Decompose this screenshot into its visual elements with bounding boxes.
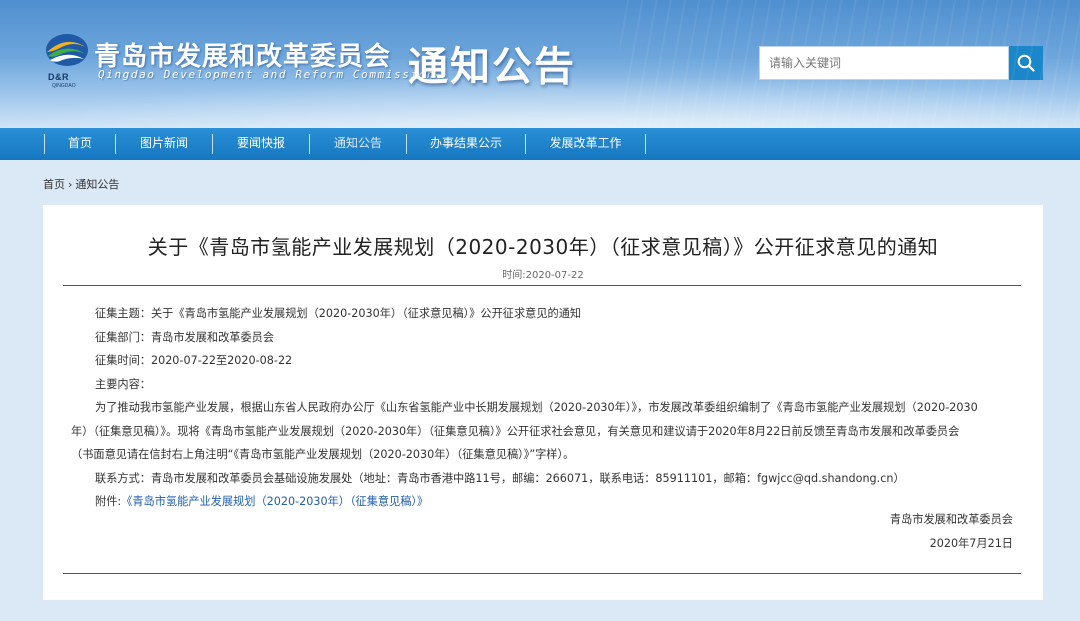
attachment-row: 附件:《青岛市氢能产业发展规划（2020-2030年）（征集意见稿）》 bbox=[71, 490, 1016, 514]
bottom-divider bbox=[63, 573, 1021, 574]
site-section-title: 通知公告 bbox=[408, 44, 576, 90]
dept-value: 青岛市发展和改革委员会 bbox=[150, 330, 275, 344]
contact-label: 联系方式： bbox=[95, 471, 151, 485]
org-name-en: Qingdao Development and Reform Commissio… bbox=[98, 68, 436, 81]
body-line-1: 为了推动我市氢能产业发展，根据山东省人民政府办公厅《山东省氢能产业中长期发展规划… bbox=[95, 401, 978, 414]
article-content: 征集主题：关于《青岛市氢能产业发展规划（2020-2030年）（征求意见稿）》公… bbox=[71, 302, 1016, 514]
period-label: 征集时间： bbox=[95, 354, 151, 367]
nav-item-home[interactable]: 首页 bbox=[45, 128, 115, 160]
logo-wordmark: D&R bbox=[48, 72, 69, 82]
nav-item-notices[interactable]: 通知公告 bbox=[310, 128, 406, 160]
main-content-label: 主要内容： bbox=[95, 377, 151, 391]
breadcrumb-separator: › bbox=[68, 178, 73, 191]
dept-label: 征集部门： bbox=[95, 330, 151, 344]
period-row: 征集时间：2020-07-22至2020-08-22 bbox=[71, 349, 1016, 373]
breadcrumb: 首页 › 通知公告 bbox=[43, 176, 119, 192]
logo-subtext: QINGDAO bbox=[52, 83, 76, 89]
breadcrumb-home[interactable]: 首页 bbox=[43, 178, 65, 191]
subject-value: 关于《青岛市氢能产业发展规划（2020-2030年）（征求意见稿）》公开征求意见… bbox=[150, 307, 582, 320]
signature-org: 青岛市发展和改革委员会 bbox=[889, 513, 1013, 526]
search-input[interactable] bbox=[759, 46, 1009, 80]
top-divider bbox=[63, 285, 1021, 286]
site-header: D&R QINGDAO 青岛市发展和改革委员会 Qingdao Developm… bbox=[0, 0, 1080, 128]
attachment-label: 附件: bbox=[95, 495, 122, 508]
search-button[interactable] bbox=[1009, 46, 1043, 80]
attachment-link[interactable]: 《青岛市氢能产业发展规划（2020-2030年）（征集意见稿）》 bbox=[121, 495, 428, 508]
search-icon bbox=[1017, 54, 1035, 72]
subject-label: 征集主题： bbox=[95, 307, 151, 320]
breadcrumb-notices[interactable]: 通知公告 bbox=[75, 178, 119, 191]
body-line-3: （书面意见请在信封右上角注明“《青岛市氢能产业发展规划（2020-2030年）（… bbox=[71, 448, 575, 461]
main-nav: 首页 图片新闻 要闻快报 通知公告 办事结果公示 发展改革工作 bbox=[0, 128, 1080, 160]
article-title: 关于《青岛市氢能产业发展规划（2020-2030年）（征求意见稿）》公开征求意见… bbox=[147, 235, 939, 259]
nav-divider bbox=[645, 134, 646, 154]
body-line-2: 年）（征集意见稿）》。现将《青岛市氢能产业发展规划（2020-2030年）（征集… bbox=[71, 424, 960, 438]
article-date: 时间:2020-07-22 bbox=[502, 270, 584, 281]
subject-row: 征集主题：关于《青岛市氢能产业发展规划（2020-2030年）（征求意见稿）》公… bbox=[71, 302, 1016, 326]
nav-item-results[interactable]: 办事结果公示 bbox=[407, 128, 525, 160]
nav-item-photo-news[interactable]: 图片新闻 bbox=[116, 128, 212, 160]
dept-row: 征集部门：青岛市发展和改革委员会 bbox=[71, 326, 1016, 350]
article-panel: 关于《青岛市氢能产业发展规划（2020-2030年）（征求意见稿）》公开征求意见… bbox=[43, 205, 1043, 600]
contact-row: 联系方式：青岛市发展和改革委员会基础设施发展处（地址：青岛市香港中路11号，邮编… bbox=[71, 467, 1016, 491]
period-value: 2020-07-22至2020-08-22 bbox=[150, 354, 293, 367]
contact-value: 青岛市发展和改革委员会基础设施发展处（地址：青岛市香港中路11号，邮编：2660… bbox=[150, 471, 905, 485]
signature-date: 2020年7月21日 bbox=[929, 537, 1013, 550]
nav-item-news-briefs[interactable]: 要闻快报 bbox=[213, 128, 309, 160]
nav-item-reform-work[interactable]: 发展改革工作 bbox=[526, 128, 645, 160]
